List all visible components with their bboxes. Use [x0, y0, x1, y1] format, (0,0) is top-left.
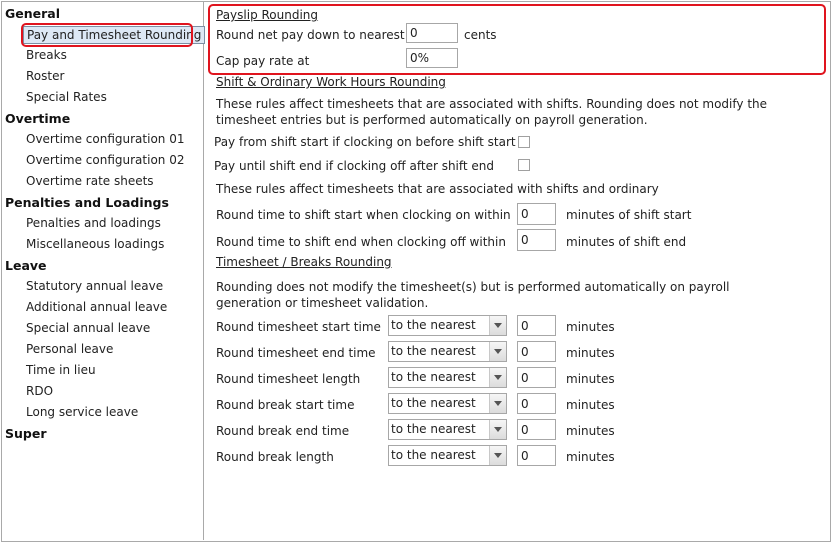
round-break-start-unit: minutes — [566, 398, 615, 412]
sidebar-item-rdo[interactable]: RDO — [26, 384, 53, 398]
round-timesheet-length-select[interactable]: to the nearest — [388, 367, 507, 388]
round-timesheet-length-label: Round timesheet length — [216, 372, 361, 386]
sidebar-item-long-service-leave[interactable]: Long service leave — [26, 405, 138, 419]
chevron-down-icon[interactable] — [489, 368, 506, 387]
sidebar-group-penalties: Penalties and Loadings — [5, 195, 169, 210]
sidebar-item-special-rates[interactable]: Special Rates — [26, 90, 107, 104]
round-timesheet-end-input[interactable] — [517, 341, 556, 362]
timesheet-description: Rounding does not modify the timesheet(s… — [216, 280, 730, 310]
round-break-length-label: Round break length — [216, 450, 334, 464]
round-break-length-unit: minutes — [566, 450, 615, 464]
sidebar-group-overtime: Overtime — [5, 111, 71, 126]
round-shift-end-label: Round time to shift end when clocking of… — [216, 235, 506, 249]
round-break-start-input[interactable] — [517, 393, 556, 414]
sidebar-group-general: General — [5, 6, 60, 21]
sidebar-item-miscellaneous-loadings[interactable]: Miscellaneous loadings — [26, 237, 164, 251]
round-break-length-input[interactable] — [517, 445, 556, 466]
chevron-down-icon[interactable] — [489, 316, 506, 335]
shift-rounding-heading: Shift & Ordinary Work Hours Rounding — [216, 75, 446, 89]
chevron-down-icon[interactable] — [489, 342, 506, 361]
sidebar-item-roster[interactable]: Roster — [26, 69, 64, 83]
round-shift-start-unit: minutes of shift start — [566, 208, 692, 222]
shift-description-2: These rules affect timesheets that are a… — [216, 182, 659, 196]
cap-pay-rate-input[interactable] — [406, 48, 458, 68]
selected-item-highlight — [21, 23, 193, 47]
chevron-down-icon[interactable] — [489, 394, 506, 413]
round-timesheet-start-unit: minutes — [566, 320, 615, 334]
round-break-end-unit: minutes — [566, 424, 615, 438]
shift-description: These rules affect timesheets that are a… — [216, 97, 768, 127]
round-break-start-select[interactable]: to the nearest — [388, 393, 507, 414]
round-net-pay-input[interactable] — [406, 23, 458, 43]
sidebar: General Pay and Timesheet Rounding Break… — [1, 1, 206, 540]
sidebar-item-penalties-and-loadings[interactable]: Penalties and loadings — [26, 216, 161, 230]
round-break-end-label: Round break end time — [216, 424, 350, 438]
sidebar-item-breaks[interactable]: Breaks — [26, 48, 67, 62]
round-break-length-select[interactable]: to the nearest — [388, 445, 507, 466]
chevron-down-icon[interactable] — [489, 446, 506, 465]
sidebar-item-personal-leave[interactable]: Personal leave — [26, 342, 113, 356]
round-break-start-label: Round break start time — [216, 398, 355, 412]
sidebar-item-overtime-configuration-02[interactable]: Overtime configuration 02 — [26, 153, 184, 167]
round-timesheet-start-select[interactable]: to the nearest — [388, 315, 507, 336]
round-timesheet-end-select[interactable]: to the nearest — [388, 341, 507, 362]
round-timesheet-length-input[interactable] — [517, 367, 556, 388]
sidebar-group-super[interactable]: Super — [5, 426, 47, 441]
pay-from-shift-start-label: Pay from shift start if clocking on befo… — [214, 135, 516, 149]
sidebar-item-additional-annual-leave[interactable]: Additional annual leave — [26, 300, 167, 314]
pay-until-shift-end-checkbox[interactable] — [518, 159, 530, 171]
sidebar-item-overtime-rate-sheets[interactable]: Overtime rate sheets — [26, 174, 154, 188]
sidebar-item-overtime-configuration-01[interactable]: Overtime configuration 01 — [26, 132, 184, 146]
round-shift-end-unit: minutes of shift end — [566, 235, 687, 249]
pay-from-shift-start-checkbox[interactable] — [518, 136, 530, 148]
sidebar-item-special-annual-leave[interactable]: Special annual leave — [26, 321, 150, 335]
sidebar-item-time-in-lieu[interactable]: Time in lieu — [26, 363, 96, 377]
round-timesheet-length-unit: minutes — [566, 372, 615, 386]
round-break-end-input[interactable] — [517, 419, 556, 440]
round-shift-start-label: Round time to shift start when clocking … — [216, 208, 511, 222]
round-net-pay-label: Round net pay down to nearest — [216, 28, 405, 42]
chevron-down-icon[interactable] — [489, 420, 506, 439]
round-timesheet-end-label: Round timesheet end time — [216, 346, 376, 360]
round-timesheet-start-input[interactable] — [517, 315, 556, 336]
payslip-rounding-heading: Payslip Rounding — [216, 8, 319, 22]
round-timesheet-end-unit: minutes — [566, 346, 615, 360]
pay-until-shift-end-label: Pay until shift end if clocking off afte… — [214, 159, 495, 173]
round-break-end-select[interactable]: to the nearest — [388, 419, 507, 440]
sidebar-group-leave: Leave — [5, 258, 47, 273]
sidebar-item-statutory-annual-leave[interactable]: Statutory annual leave — [26, 279, 163, 293]
timesheet-breaks-heading: Timesheet / Breaks Rounding — [216, 255, 392, 269]
round-shift-start-input[interactable] — [517, 203, 556, 225]
round-shift-end-input[interactable] — [517, 229, 556, 251]
round-timesheet-start-label: Round timesheet start time — [216, 320, 381, 334]
cap-pay-rate-label: Cap pay rate at — [216, 54, 310, 68]
round-net-pay-unit: cents — [464, 28, 497, 42]
